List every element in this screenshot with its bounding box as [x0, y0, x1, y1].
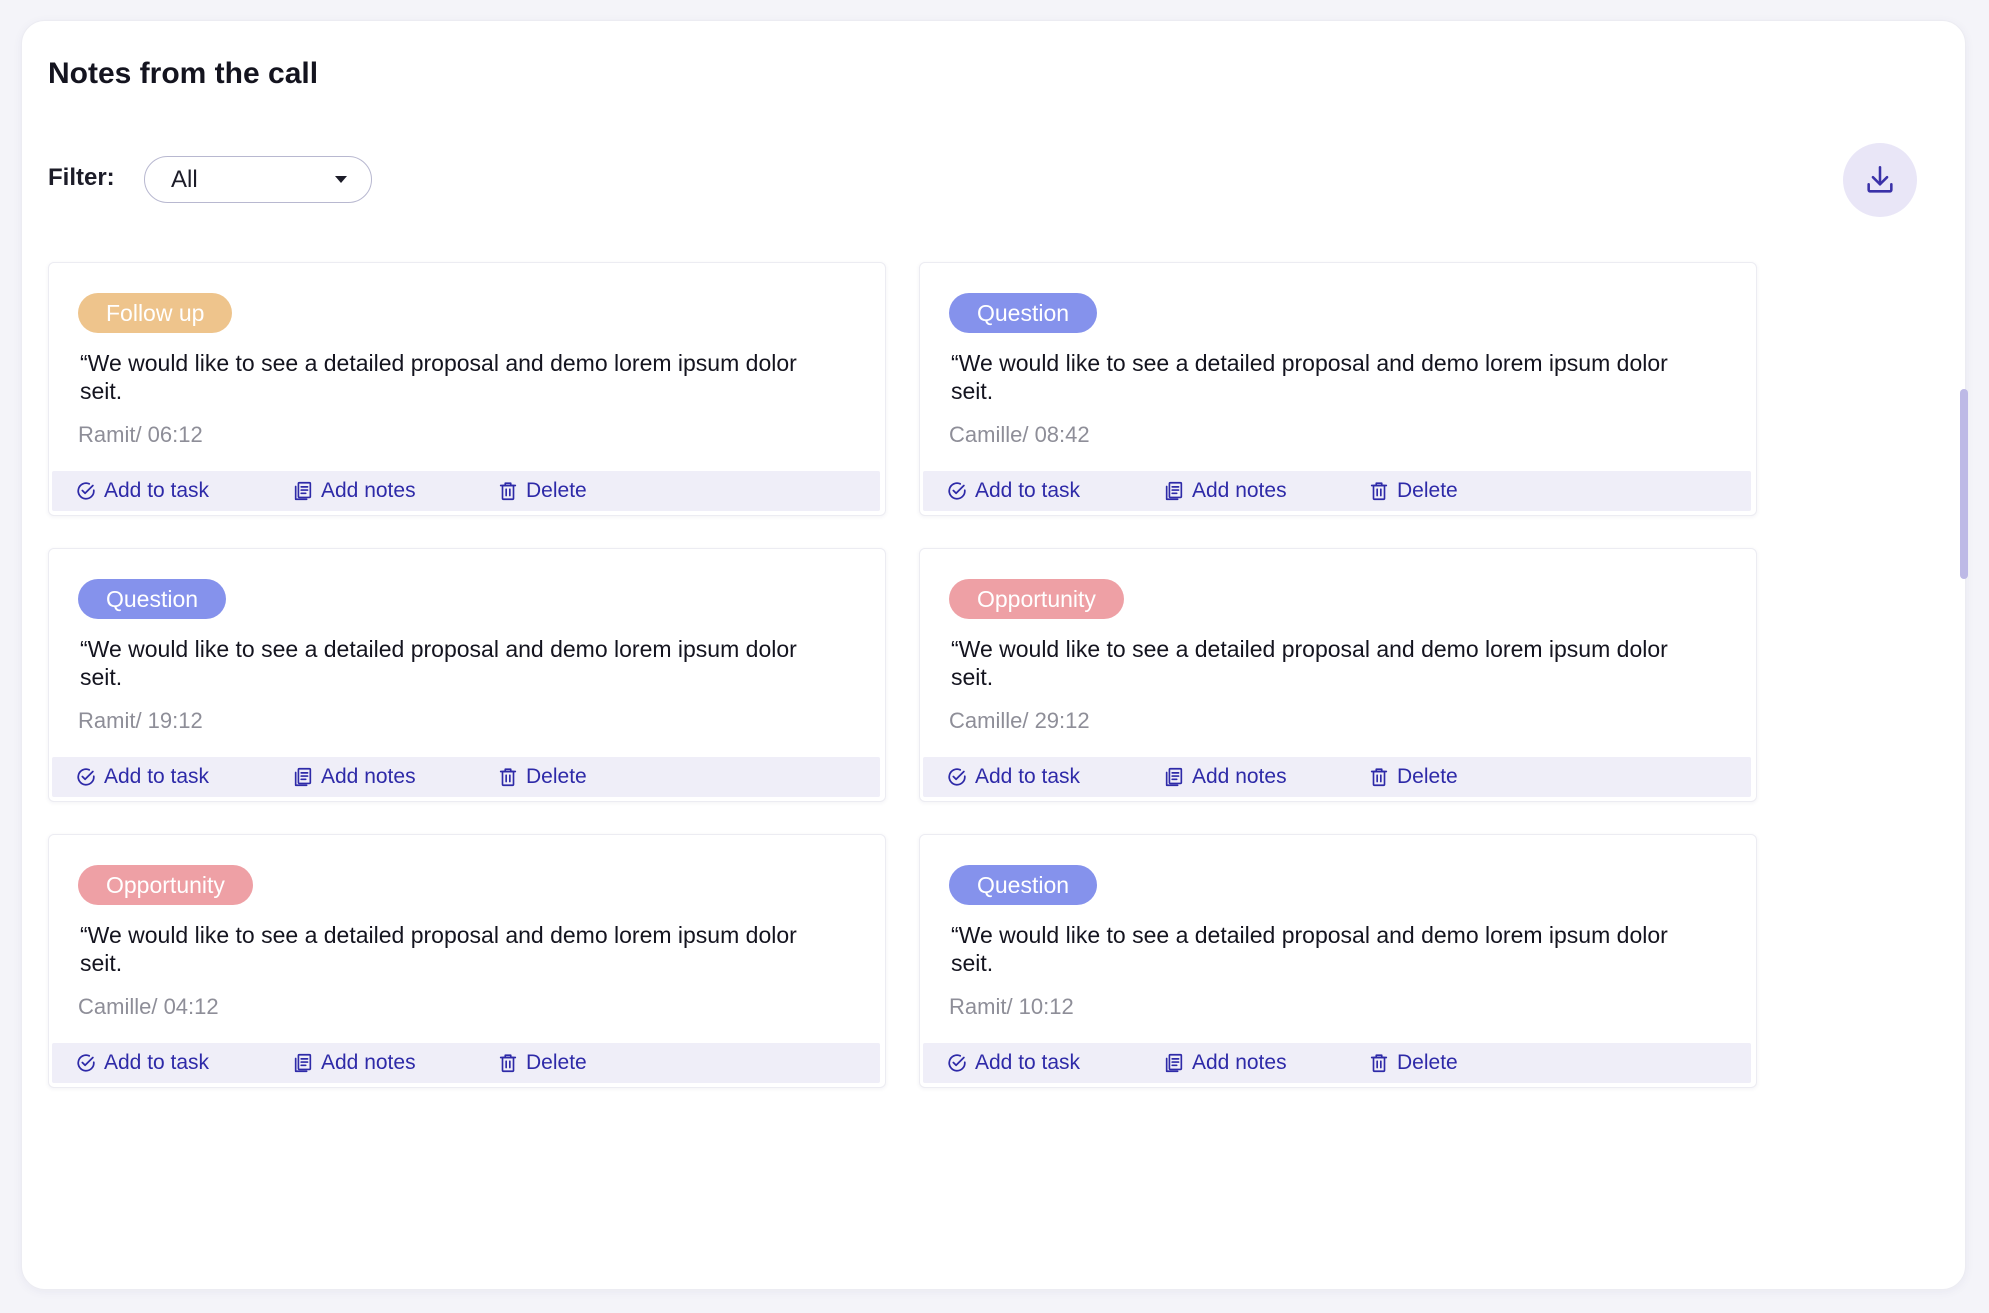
trash-icon: [1370, 768, 1388, 787]
note-tag: Opportunity: [78, 865, 253, 905]
filter-selected-value: All: [171, 165, 198, 193]
note-action-bar: Add to task Add notes Delete: [923, 1043, 1751, 1083]
trash-icon: [1370, 1054, 1388, 1073]
delete-label: Delete: [1397, 479, 1458, 502]
note-author-time: Camille/ 08:42: [949, 422, 1090, 447]
note-author-time: Ramit/ 06:12: [78, 422, 203, 447]
add-notes-label: Add notes: [1192, 1051, 1287, 1074]
check-circle-icon: [77, 482, 95, 500]
add-to-task-label: Add to task: [975, 765, 1081, 788]
note-action-bar: Add to task Add notes Delete: [52, 1043, 880, 1083]
check-circle-icon: [77, 768, 95, 786]
trash-icon: [1370, 482, 1388, 501]
page-title: Notes from the call: [48, 57, 319, 90]
add-notes-label: Add notes: [321, 1051, 416, 1074]
add-notes-button[interactable]: Add notes: [292, 1043, 416, 1083]
note-tag: Question: [78, 579, 227, 619]
note-text: “We would like to see a detailed proposa…: [80, 350, 797, 404]
add-notes-label: Add notes: [1192, 479, 1287, 502]
add-notes-button[interactable]: Add notes: [292, 471, 416, 511]
note-tag: Question: [949, 865, 1098, 905]
check-circle-icon: [77, 1054, 95, 1072]
note-tag: Question: [949, 293, 1098, 333]
scrollbar-thumb[interactable]: [1960, 389, 1968, 579]
delete-label: Delete: [1397, 1051, 1458, 1074]
add-to-task-label: Add to task: [104, 1051, 210, 1074]
add-to-task-button[interactable]: Add to task: [75, 757, 209, 797]
notes-icon: [1165, 481, 1183, 501]
note-author-time: Camille/ 29:12: [949, 708, 1090, 733]
note-text: “We would like to see a detailed proposa…: [951, 350, 1668, 404]
note-action-bar: Add to task Add notes Delete: [52, 757, 880, 797]
trash-icon: [499, 482, 517, 501]
note-text: “We would like to see a detailed proposa…: [951, 922, 1668, 976]
filter-dropdown[interactable]: All: [144, 156, 372, 203]
note-card: Question “We would like to see a detaile…: [48, 548, 886, 802]
note-tag: Follow up: [78, 293, 233, 333]
note-card: Question “We would like to see a detaile…: [919, 262, 1757, 516]
add-notes-button[interactable]: Add notes: [1163, 471, 1287, 511]
note-text: “We would like to see a detailed proposa…: [951, 636, 1668, 690]
note-card: Follow up “We would like to see a detail…: [48, 262, 886, 516]
download-icon: [1867, 165, 1893, 193]
add-notes-label: Add notes: [321, 765, 416, 788]
filter-label: Filter:: [48, 164, 115, 191]
note-text: “We would like to see a detailed proposa…: [80, 922, 797, 976]
caret-down-icon: [335, 176, 347, 183]
note-action-bar: Add to task Add notes Delete: [52, 471, 880, 511]
add-to-task-button[interactable]: Add to task: [946, 471, 1080, 511]
delete-button[interactable]: Delete: [1368, 471, 1458, 511]
delete-label: Delete: [526, 1051, 587, 1074]
delete-button[interactable]: Delete: [1368, 757, 1458, 797]
notes-icon: [1165, 1053, 1183, 1073]
note-card: Opportunity “We would like to see a deta…: [919, 548, 1757, 802]
add-to-task-label: Add to task: [104, 479, 210, 502]
trash-icon: [499, 768, 517, 787]
note-action-bar: Add to task Add notes Delete: [923, 471, 1751, 511]
check-circle-icon: [948, 1054, 966, 1072]
note-card: Question “We would like to see a detaile…: [919, 834, 1757, 1088]
notes-icon: [294, 767, 312, 787]
delete-button[interactable]: Delete: [497, 757, 587, 797]
delete-label: Delete: [526, 765, 587, 788]
delete-button[interactable]: Delete: [497, 471, 587, 511]
add-notes-button[interactable]: Add notes: [292, 757, 416, 797]
add-notes-label: Add notes: [321, 479, 416, 502]
add-to-task-button[interactable]: Add to task: [946, 1043, 1080, 1083]
add-to-task-label: Add to task: [104, 765, 210, 788]
delete-button[interactable]: Delete: [1368, 1043, 1458, 1083]
note-author-time: Ramit/ 10:12: [949, 994, 1074, 1019]
delete-label: Delete: [526, 479, 587, 502]
note-text: “We would like to see a detailed proposa…: [80, 636, 797, 690]
add-notes-button[interactable]: Add notes: [1163, 1043, 1287, 1083]
add-to-task-label: Add to task: [975, 479, 1081, 502]
add-notes-button[interactable]: Add notes: [1163, 757, 1287, 797]
download-button[interactable]: [1843, 143, 1917, 217]
add-to-task-button[interactable]: Add to task: [75, 471, 209, 511]
notes-grid: Follow up “We would like to see a detail…: [48, 262, 1757, 1088]
note-card: Opportunity “We would like to see a deta…: [48, 834, 886, 1088]
note-author-time: Camille/ 04:12: [78, 994, 219, 1019]
note-tag: Opportunity: [949, 579, 1124, 619]
notes-panel: Notes from the call Filter: All Follow u…: [21, 20, 1968, 1290]
note-action-bar: Add to task Add notes Delete: [923, 757, 1751, 797]
check-circle-icon: [948, 482, 966, 500]
trash-icon: [499, 1054, 517, 1073]
add-to-task-label: Add to task: [975, 1051, 1081, 1074]
delete-button[interactable]: Delete: [497, 1043, 587, 1083]
add-to-task-button[interactable]: Add to task: [75, 1043, 209, 1083]
notes-icon: [1165, 767, 1183, 787]
note-author-time: Ramit/ 19:12: [78, 708, 203, 733]
notes-icon: [294, 481, 312, 501]
add-to-task-button[interactable]: Add to task: [946, 757, 1080, 797]
add-notes-label: Add notes: [1192, 765, 1287, 788]
delete-label: Delete: [1397, 765, 1458, 788]
check-circle-icon: [948, 768, 966, 786]
notes-icon: [294, 1053, 312, 1073]
